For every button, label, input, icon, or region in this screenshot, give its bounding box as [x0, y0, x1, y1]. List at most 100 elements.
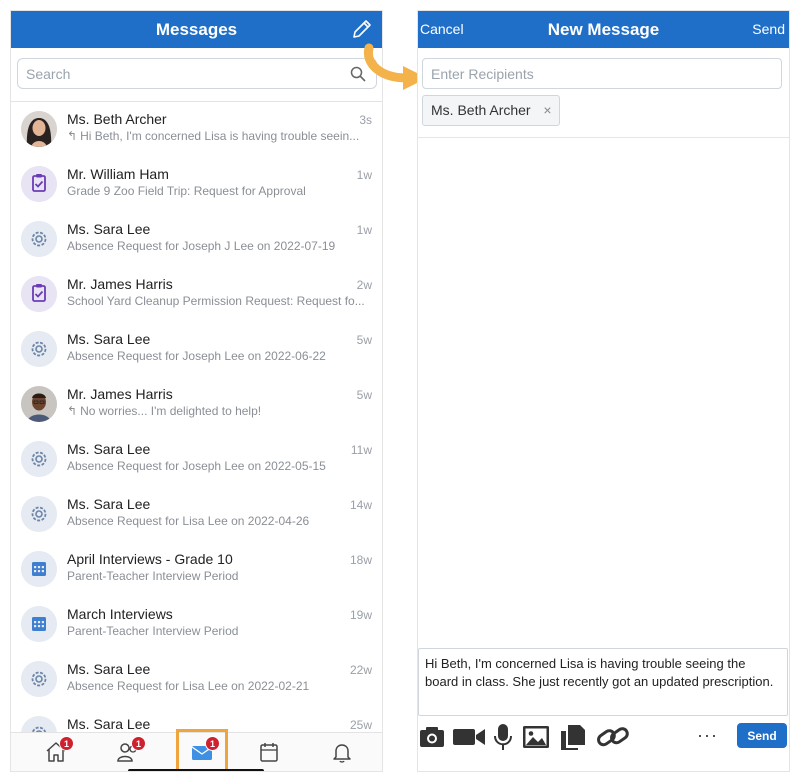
message-preview-wrap: ↰ Hi Beth, I'm concerned Lisa is having t… — [67, 129, 373, 143]
microphone-button[interactable] — [492, 723, 514, 751]
message-time: 19w — [349, 608, 372, 622]
gear-icon — [21, 441, 57, 477]
message-preview: Absence Request for Lisa Lee on 2022-04-… — [67, 514, 310, 528]
message-preview-wrap: Absence Request for Lisa Lee on 2022-04-… — [67, 514, 373, 528]
compose-toolbar: ··· Send — [418, 719, 789, 755]
message-row[interactable]: Mr. James Harris 2w School Yard Cleanup Pe… — [11, 267, 382, 322]
calendar-grid-icon — [21, 551, 57, 587]
compose-screen: New Message Cancel Send Ms. Beth Archer … — [417, 10, 790, 772]
gear-icon — [21, 716, 57, 732]
message-preview-wrap: Parent-Teacher Interview Period — [67, 569, 373, 583]
message-sender: Mr. William Ham — [67, 166, 169, 182]
message-time: 5w — [356, 333, 372, 347]
message-preview-wrap: Grade 9 Zoo Field Trip: Request for Appr… — [67, 184, 373, 198]
search-bar[interactable] — [17, 58, 377, 89]
message-preview: No worries... I'm delighted to help! — [80, 404, 262, 418]
message-sender: Mr. James Harris — [67, 386, 173, 402]
message-sender: Ms. Sara Lee — [67, 221, 151, 237]
microphone-icon — [494, 724, 512, 750]
message-sender: Ms. Beth Archer — [67, 111, 167, 127]
message-row[interactable]: Mr. William Ham 1w Grade 9 Zoo Field Trip:… — [11, 157, 382, 212]
message-sender: Ms. Sara Lee — [67, 331, 151, 347]
divider — [418, 137, 789, 138]
avatar — [21, 386, 57, 422]
message-preview: Grade 9 Zoo Field Trip: Request for Appr… — [67, 184, 306, 198]
reply-arrow-icon: ↰ — [67, 129, 78, 143]
message-preview: School Yard Cleanup Permission Request: … — [67, 294, 365, 308]
calendar-icon — [260, 743, 278, 762]
message-sender: Mr. James Harris — [67, 276, 173, 292]
message-preview-wrap: School Yard Cleanup Permission Request: … — [67, 294, 373, 308]
image-icon — [523, 726, 549, 748]
message-sender: April Interviews - Grade 10 — [67, 551, 233, 567]
message-body-field[interactable]: Hi Beth, I'm concerned Lisa is having tr… — [418, 648, 788, 716]
recipient-chip[interactable]: Ms. Beth Archer × — [422, 95, 560, 126]
header-send-button[interactable]: Send — [752, 21, 785, 37]
message-row[interactable]: Ms. Sara Lee 22w Absence Request for Lisa … — [11, 652, 382, 707]
message-row[interactable]: Ms. Sara Lee 5w Absence Request for Joseph… — [11, 322, 382, 377]
cancel-button[interactable]: Cancel — [420, 21, 464, 37]
tab-calendar[interactable] — [249, 736, 289, 770]
gear-icon — [21, 331, 57, 367]
reply-arrow-icon: ↰ — [67, 404, 78, 418]
message-preview: Hi Beth, I'm concerned Lisa is having tr… — [80, 129, 360, 143]
message-time: 11w — [350, 443, 372, 457]
message-time: 14w — [349, 498, 372, 512]
message-sender: Ms. Sara Lee — [67, 716, 151, 732]
bell-icon — [333, 744, 351, 763]
tab-badge: 1 — [131, 736, 146, 751]
message-time: 2w — [356, 278, 372, 292]
tab-home[interactable]: 1 — [36, 736, 76, 770]
send-button[interactable]: Send — [737, 723, 787, 748]
avatar — [21, 111, 57, 147]
message-list: Ms. Beth Archer 3s ↰ Hi Beth, I'm concerned… — [11, 102, 382, 732]
video-button[interactable] — [452, 723, 486, 751]
clipboard-check-icon — [21, 276, 57, 312]
message-row[interactable]: Ms. Sara Lee 1w Absence Request for Joseph… — [11, 212, 382, 267]
camera-button[interactable] — [418, 723, 446, 751]
message-sender: Ms. Sara Lee — [67, 441, 151, 457]
image-button[interactable] — [522, 723, 550, 751]
tab-notifications[interactable] — [322, 736, 362, 770]
message-sender: March Interviews — [67, 606, 173, 622]
message-time: 1w — [356, 223, 372, 237]
message-preview-wrap: Parent-Teacher Interview Period — [67, 624, 373, 638]
recipients-input[interactable] — [423, 59, 781, 88]
calendar-grid-icon — [21, 606, 57, 642]
message-preview: Absence Request for Joseph Lee on 2022-0… — [67, 349, 326, 363]
camera-icon — [420, 727, 444, 747]
link-button[interactable] — [596, 723, 630, 751]
tab-badge: 1 — [59, 736, 74, 751]
compose-pencil-icon[interactable] — [350, 17, 374, 41]
message-row[interactable]: Ms. Beth Archer 3s ↰ Hi Beth, I'm concerned… — [11, 102, 382, 157]
message-time: 1w — [356, 168, 372, 182]
inbox-screen: Messages Ms. Beth Archer3s↰Hi Beth, I'm … — [10, 10, 383, 772]
message-preview: Absence Request for Lisa Lee on 2022-02-… — [67, 679, 310, 693]
message-preview-wrap: Absence Request for Joseph J Lee on 2022… — [67, 239, 373, 253]
message-time: 22w — [349, 663, 372, 677]
inbox-title: Messages — [155, 20, 238, 39]
tab-bar: 1 1 1 — [11, 729, 382, 771]
message-time: 25w — [349, 718, 372, 732]
search-input[interactable] — [18, 59, 328, 88]
recipients-field[interactable] — [422, 58, 782, 89]
active-tab-highlight — [176, 729, 228, 771]
message-preview-wrap: ↰ No worries... I'm delighted to help! — [67, 404, 373, 418]
files-button[interactable] — [558, 723, 586, 751]
message-row[interactable]: Ms. Sara Lee 11w Absence Request for Josep… — [11, 432, 382, 487]
message-preview: Absence Request for Joseph Lee on 2022-0… — [67, 459, 326, 473]
message-sender: Ms. Sara Lee — [67, 496, 151, 512]
more-options-button[interactable]: ··· — [697, 725, 718, 746]
message-preview: Parent-Teacher Interview Period — [67, 569, 239, 583]
message-row[interactable]: March Interviews 19w Parent-Teacher Interv… — [11, 597, 382, 652]
message-row[interactable]: Ms. Sara Lee 14w Absence Request for Lisa … — [11, 487, 382, 542]
copy-files-icon — [561, 725, 585, 750]
remove-recipient-icon[interactable]: × — [543, 96, 551, 125]
tab-people[interactable]: 1 — [108, 736, 148, 770]
message-row[interactable]: April Interviews - Grade 10 18w Parent-Tea… — [11, 542, 382, 597]
compose-header: New Message Cancel Send — [418, 11, 789, 48]
message-row[interactable]: Mr. James Harris 5w ↰ No worries... I'm del… — [11, 377, 382, 432]
message-preview-wrap: Absence Request for Joseph Lee on 2022-0… — [67, 459, 373, 473]
clipboard-check-icon — [21, 166, 57, 202]
gear-icon — [21, 221, 57, 257]
